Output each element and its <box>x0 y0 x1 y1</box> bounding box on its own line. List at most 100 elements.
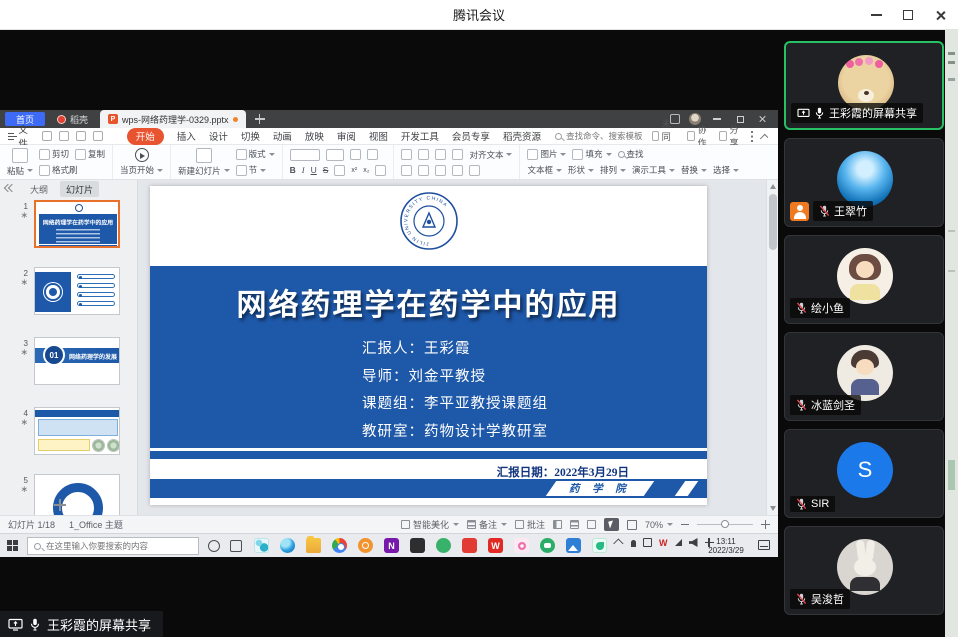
tab-docer-resources[interactable]: 稻壳资源 <box>503 129 541 143</box>
increase-font-icon[interactable] <box>350 149 361 160</box>
tab-slides[interactable]: 幻灯片 <box>60 181 99 197</box>
picture-button[interactable]: 图片 <box>527 148 566 160</box>
font-name-box[interactable] <box>290 149 320 161</box>
reading-view-icon[interactable] <box>587 520 596 529</box>
tray-display-icon[interactable] <box>643 538 652 547</box>
participant-tile[interactable]: 绘小鱼 <box>784 235 944 324</box>
zoom-level[interactable]: 70% <box>645 520 673 530</box>
new-tab-button[interactable] <box>252 111 268 127</box>
section-button[interactable]: 节 <box>236 164 267 176</box>
taskbar-search[interactable] <box>27 537 199 555</box>
task-view-icon[interactable] <box>230 540 242 552</box>
shape-button[interactable]: 形状 <box>568 164 594 176</box>
tab-developer[interactable]: 开发工具 <box>401 129 439 143</box>
notes-button[interactable]: 备注 <box>467 518 507 531</box>
zoom-slider-knob[interactable] <box>721 520 729 528</box>
italic-button[interactable]: I <box>302 165 305 175</box>
indent-decrease-icon[interactable] <box>435 149 446 160</box>
zoom-out-icon[interactable] <box>681 524 689 526</box>
tab-home[interactable]: 开始 <box>127 128 164 145</box>
undo-icon[interactable] <box>76 131 86 141</box>
format-painter-button[interactable]: 格式刷 <box>39 164 78 176</box>
wps-app-icon[interactable]: W <box>488 538 503 553</box>
align-center-icon[interactable] <box>418 165 429 176</box>
zoom-in-icon[interactable] <box>761 520 770 529</box>
align-left-icon[interactable] <box>401 165 412 176</box>
slide-thumbnail-5[interactable] <box>34 474 120 515</box>
copy-button[interactable]: 复制 <box>75 148 105 160</box>
tray-expand-icon[interactable] <box>613 539 623 549</box>
tab-outline[interactable]: 大纲 <box>30 183 48 196</box>
find-button[interactable]: 查找 <box>618 148 644 160</box>
tab-view[interactable]: 视图 <box>369 129 388 143</box>
green-app-icon[interactable] <box>436 538 451 553</box>
document-tab[interactable]: P wps-网络药理学-0329.pptx <box>100 110 246 128</box>
underline-button[interactable]: U <box>311 165 317 175</box>
slide-thumbnail-4[interactable] <box>34 407 120 455</box>
red-app-icon[interactable] <box>462 538 477 553</box>
scrollbar-thumb[interactable] <box>769 194 777 250</box>
arrange-button[interactable]: 排列 <box>600 164 626 176</box>
new-slide-button[interactable]: 新建幻灯片 <box>178 148 230 177</box>
maximize-button[interactable] <box>892 0 924 30</box>
bold-button[interactable]: B <box>290 165 296 175</box>
flower-app-icon[interactable] <box>514 538 529 553</box>
indent-increase-icon[interactable] <box>452 149 463 160</box>
redo-icon[interactable] <box>93 131 103 141</box>
fit-slide-icon[interactable] <box>627 520 637 530</box>
show-tools-button[interactable]: 演示工具 <box>632 164 675 176</box>
network-icon[interactable] <box>675 539 682 546</box>
justify-icon[interactable] <box>452 165 463 176</box>
align-right-icon[interactable] <box>435 165 446 176</box>
participant-tile[interactable]: S SIR <box>784 429 944 518</box>
tab-member[interactable]: 会员专享 <box>452 129 490 143</box>
participant-tile[interactable]: 冰蓝剑圣 <box>784 332 944 421</box>
bullets-icon[interactable] <box>401 149 412 160</box>
scroll-up-icon[interactable] <box>770 184 776 189</box>
superscript-button[interactable]: x² <box>351 167 357 174</box>
cortana-icon[interactable] <box>208 540 220 552</box>
edge-icon[interactable] <box>280 538 295 553</box>
action-center-icon[interactable] <box>758 540 770 550</box>
slide-thumbnail-2[interactable] <box>34 267 120 315</box>
comments-button[interactable]: 批注 <box>515 518 545 531</box>
font-size-box[interactable] <box>326 149 344 161</box>
file-explorer-icon[interactable] <box>306 538 321 553</box>
onenote-icon[interactable]: N <box>384 538 399 553</box>
command-search[interactable] <box>555 131 652 141</box>
tab-slideshow[interactable]: 放映 <box>305 129 324 143</box>
normal-view-icon[interactable] <box>553 520 562 529</box>
collapse-panel-icon[interactable] <box>5 185 13 193</box>
slide-sorter-icon[interactable] <box>570 520 579 529</box>
command-search-input[interactable] <box>566 131 652 141</box>
beautify-button[interactable]: 智能美化 <box>401 518 459 531</box>
print-icon[interactable] <box>59 131 69 141</box>
decrease-font-icon[interactable] <box>367 149 378 160</box>
wechat-reading-icon[interactable] <box>540 538 555 553</box>
tab-insert[interactable]: 插入 <box>177 129 196 143</box>
tab-design[interactable]: 设计 <box>209 129 228 143</box>
subscript-button[interactable]: x₂ <box>363 167 369 174</box>
taskbar-clock[interactable]: 13:11 2022/3/29 <box>700 537 752 555</box>
chemdraw-app-icon[interactable] <box>254 538 269 553</box>
docer-tab[interactable]: 稻壳 <box>45 110 100 128</box>
fill-button[interactable]: 填充 <box>572 148 611 160</box>
screen-share-banner[interactable]: 王彩霞的屏幕共享 <box>0 611 163 637</box>
layout-button[interactable]: 版式 <box>236 148 275 160</box>
line-spacing-icon[interactable] <box>469 165 480 176</box>
close-button[interactable] <box>924 0 956 30</box>
tab-transition[interactable]: 切换 <box>241 129 260 143</box>
tray-mic-icon[interactable] <box>631 540 636 547</box>
play-from-current-button[interactable]: 当页开始 <box>120 148 163 176</box>
chrome-icon[interactable] <box>332 538 347 553</box>
font-color-icon[interactable] <box>334 165 345 176</box>
collapse-ribbon-icon[interactable] <box>760 133 768 141</box>
slide-thumbnail-3[interactable]: 01 网络药理学的发展 <box>34 337 120 385</box>
zoom-slider[interactable] <box>697 524 753 526</box>
pointer-tool[interactable] <box>604 518 619 531</box>
save-icon[interactable] <box>42 131 52 141</box>
add-slide-button[interactable] <box>52 498 68 512</box>
select-button[interactable]: 选择 <box>713 164 739 176</box>
participant-tile[interactable]: 王翠竹 <box>784 138 944 227</box>
tray-wps-icon[interactable]: W <box>659 538 668 547</box>
